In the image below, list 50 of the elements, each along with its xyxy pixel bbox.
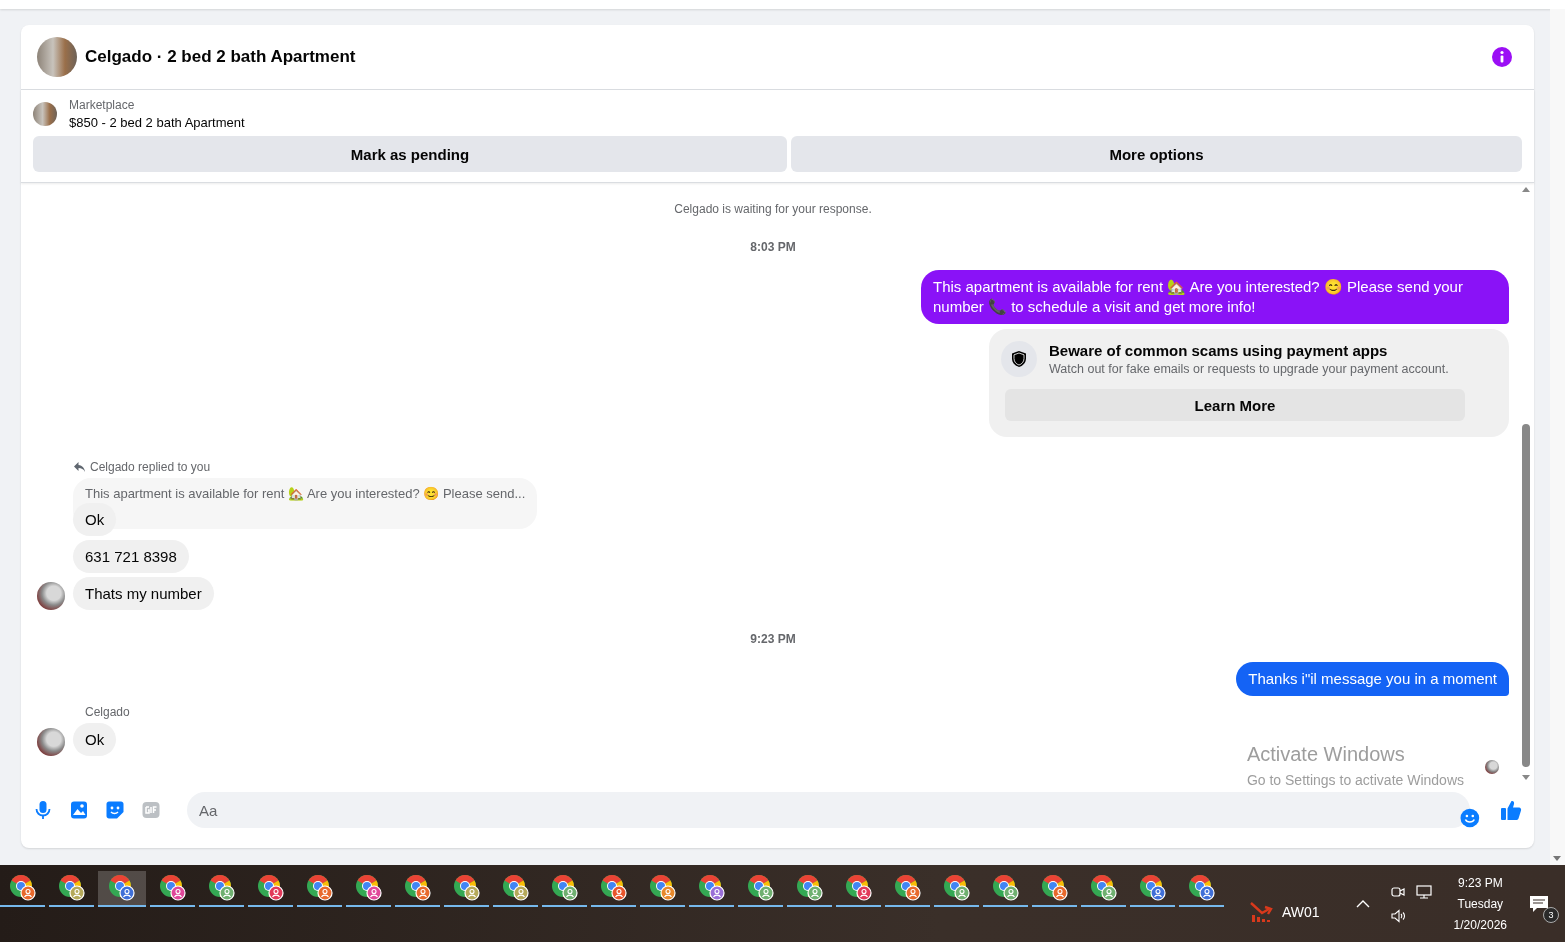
sent-message: Thanks i"il message you in a moment <box>1236 662 1509 696</box>
thumbs-up-icon[interactable] <box>1500 799 1522 821</box>
listing-action-button[interactable]: Mark as pending <box>33 136 787 172</box>
network-icon[interactable] <box>1415 883 1432 900</box>
sent-message: This apartment is available for rent 🏡 Are you interested? 😊 Please send your number 📞 to schedule a visit and get more info! <box>921 270 1509 324</box>
listing-thumbnail <box>33 102 57 126</box>
safety-tip-text: Watch out for fake emails or requests to upgrade your payment account. <box>1049 362 1449 376</box>
safety-tip-title: Beware of common scams using payment apps <box>1049 342 1389 359</box>
listing-action-button[interactable]: More options <box>791 136 1522 172</box>
scroll-down-arrow-icon[interactable] <box>1553 856 1561 861</box>
emoji-icon[interactable] <box>1460 808 1480 828</box>
listing-source: Marketplace <box>69 98 136 112</box>
status-notice: Celgado is waiting for your response. <box>674 202 872 216</box>
clock-date[interactable]: 1/20/2026 <box>1453 917 1507 932</box>
seen-avatar <box>1485 760 1499 774</box>
user-avatar <box>37 582 65 610</box>
sticker-icon[interactable] <box>105 800 125 820</box>
chevron-up-icon[interactable] <box>1355 899 1370 908</box>
activation-notice-title: Activate Windows <box>1246 743 1406 766</box>
received-message: Thats my number <box>73 577 214 610</box>
trend-down-icon[interactable] <box>1250 900 1274 923</box>
shield-icon <box>1001 341 1037 377</box>
scroll-up-arrow-icon[interactable] <box>1521 187 1530 192</box>
image-icon[interactable] <box>69 800 89 820</box>
notification-count: 3 <box>1543 906 1559 923</box>
user-avatar <box>37 728 65 756</box>
activation-notice-text: Go to Settings to activate Windows <box>1246 772 1464 788</box>
clock-day[interactable]: Tuesday <box>1457 896 1504 911</box>
listing-photo <box>37 37 77 77</box>
reply-label: Celgado replied to you <box>90 460 211 474</box>
received-message: 631 721 8398 <box>73 540 189 573</box>
scroll-down-arrow-icon[interactable] <box>1521 775 1530 780</box>
conversation-title: Celgado · 2 bed 2 bath Apartment <box>85 47 357 67</box>
info-icon[interactable] <box>1492 47 1512 67</box>
notifications-icon[interactable] <box>1529 894 1549 913</box>
received-message: Ok <box>73 503 117 536</box>
sender-name: Celgado <box>85 705 130 719</box>
reply-icon <box>73 461 86 473</box>
timestamp: 9:23 PM <box>750 632 796 646</box>
speaker-icon[interactable] <box>1389 907 1406 924</box>
listing-summary: $850 - 2 bed 2 bath Apartment <box>69 115 245 130</box>
clock-time[interactable]: 9:23 PM <box>1457 875 1503 890</box>
learn-more-button[interactable]: Learn More <box>1005 389 1465 421</box>
microphone-icon[interactable] <box>33 800 53 820</box>
timestamp: 8:03 PM <box>750 240 796 254</box>
scrollbar-thumb[interactable] <box>1521 424 1530 767</box>
message-input[interactable]: Aa <box>187 792 1471 828</box>
tray-app-label: AW01 <box>1282 903 1320 920</box>
browser-taskbar-button[interactable] <box>98 871 146 907</box>
received-message: Ok <box>73 723 117 756</box>
